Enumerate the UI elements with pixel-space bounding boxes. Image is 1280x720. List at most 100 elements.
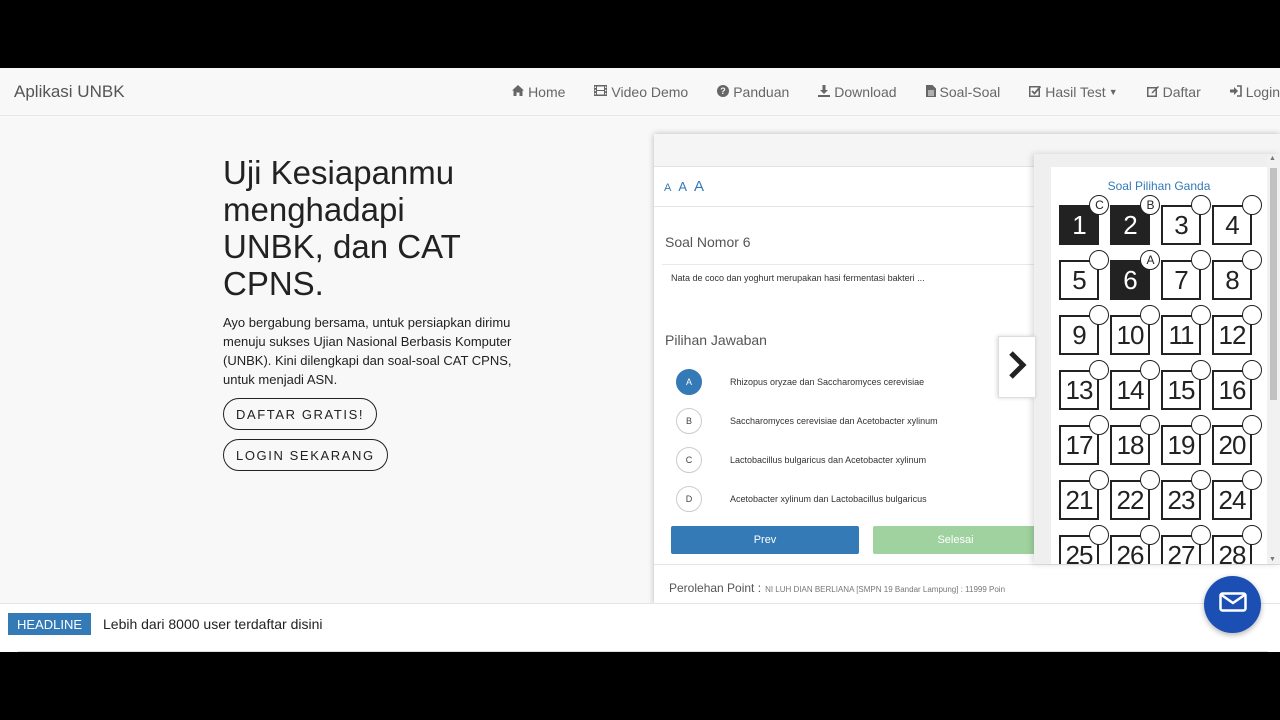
question-number-button[interactable]: 26 bbox=[1110, 525, 1160, 564]
question-number-button[interactable]: 21 bbox=[1059, 470, 1109, 520]
question-number-button[interactable]: 10 bbox=[1110, 305, 1160, 355]
question-number: 6 bbox=[1123, 264, 1138, 295]
question-number-button[interactable]: 15 bbox=[1161, 360, 1211, 410]
nav-home-label: Home bbox=[528, 84, 566, 100]
answer-option-d[interactable]: D Acetobacter xylinum dan Lactobacillus … bbox=[676, 486, 927, 512]
question-number: 4 bbox=[1225, 209, 1240, 240]
nav-hasil-test[interactable]: Hasil Test ▼ bbox=[1029, 84, 1118, 100]
scroll-down-icon[interactable]: ▼ bbox=[1269, 556, 1276, 563]
question-number-button[interactable]: 13 bbox=[1059, 360, 1109, 410]
question-number: 9 bbox=[1072, 319, 1087, 350]
answer-badge bbox=[1242, 360, 1262, 380]
question-number-button[interactable]: 16 bbox=[1212, 360, 1262, 410]
answer-badge: C bbox=[1089, 195, 1109, 215]
question-number-button[interactable]: 28 bbox=[1212, 525, 1262, 564]
brand-link[interactable]: Aplikasi UNBK bbox=[14, 82, 125, 102]
question-number: 21 bbox=[1065, 484, 1094, 515]
nav-video-demo[interactable]: Video Demo bbox=[594, 84, 688, 100]
scroll-up-icon[interactable]: ▲ bbox=[1269, 155, 1276, 162]
question-number-button[interactable]: 3 bbox=[1161, 195, 1211, 245]
question-number: 27 bbox=[1167, 539, 1196, 565]
question-number: 16 bbox=[1218, 374, 1247, 405]
nav-download-label: Download bbox=[834, 84, 897, 100]
answers-title: Pilihan Jawaban bbox=[665, 332, 767, 348]
answer-option-b[interactable]: B Saccharomyces cerevisiae dan Acetobact… bbox=[676, 408, 938, 434]
answer-option-c[interactable]: C Lactobacillus bulgaricus dan Acetobact… bbox=[676, 447, 926, 473]
answer-badge bbox=[1191, 470, 1211, 490]
question-number-button[interactable]: 27 bbox=[1161, 525, 1211, 565]
option-letter: A bbox=[676, 369, 702, 395]
answer-badge bbox=[1089, 470, 1109, 490]
nav-soal-soal-label: Soal-Soal bbox=[939, 84, 1001, 100]
question-number-button[interactable]: 11 bbox=[1161, 305, 1211, 355]
question-number: 3 bbox=[1174, 209, 1189, 240]
question-navigator: Soal Pilihan Ganda 1 C 2 B 3 4 5 6 A 7 8 9 10 11 12 13 1… bbox=[1034, 154, 1280, 564]
prev-button[interactable]: Prev bbox=[671, 526, 859, 554]
login-now-button[interactable]: LOGIN SEKARANG bbox=[223, 439, 388, 471]
nav-soal-soal[interactable]: Soal-Soal bbox=[925, 84, 1001, 100]
register-free-button[interactable]: DAFTAR GRATIS! bbox=[223, 398, 378, 430]
answer-option-a[interactable]: A Rhizopus oryzae dan Saccharomyces cere… bbox=[676, 369, 924, 395]
question-number: 13 bbox=[1065, 374, 1094, 405]
answer-badge bbox=[1140, 470, 1160, 490]
question-number-button[interactable]: 19 bbox=[1161, 415, 1211, 465]
finish-button[interactable]: Selesai bbox=[873, 526, 1038, 554]
answer-badge bbox=[1089, 250, 1109, 270]
question-number: 10 bbox=[1116, 319, 1145, 350]
scrollbar-thumb[interactable] bbox=[1270, 168, 1277, 400]
question-number-button[interactable]: 25 bbox=[1059, 525, 1109, 564]
question-number-button[interactable]: 20 bbox=[1212, 415, 1262, 465]
question-number: 1 bbox=[1072, 209, 1087, 240]
nav-home[interactable]: Home bbox=[512, 84, 565, 100]
question-number-button[interactable]: 4 bbox=[1212, 195, 1262, 245]
question-number-button[interactable]: 22 bbox=[1110, 470, 1160, 520]
next-button[interactable] bbox=[998, 336, 1036, 398]
question-number-button[interactable]: 12 bbox=[1212, 305, 1262, 355]
nav-menu: Home Video Demo ? Panduan Download Soal-… bbox=[483, 68, 1280, 116]
question-number-button[interactable]: 18 bbox=[1110, 415, 1160, 465]
hero-description: Ayo bergabung bersama, untuk persiapkan … bbox=[223, 315, 512, 387]
option-text: Saccharomyces cerevisiae dan Acetobacter… bbox=[730, 416, 938, 426]
answer-badge bbox=[1191, 525, 1211, 545]
question-number: 8 bbox=[1225, 264, 1240, 295]
question-number-button[interactable]: 2B bbox=[1110, 195, 1160, 245]
edit-icon bbox=[1146, 85, 1159, 100]
answer-badge bbox=[1089, 360, 1109, 380]
question-number-button[interactable]: 9 bbox=[1059, 305, 1109, 355]
question-number-button[interactable]: 6A bbox=[1110, 250, 1160, 300]
font-size-medium-button[interactable]: A bbox=[678, 179, 687, 194]
nav-login[interactable]: Login bbox=[1229, 84, 1280, 100]
browser-viewport: Aplikasi UNBK Home Video Demo ? Panduan bbox=[0, 68, 1280, 652]
question-number-button[interactable]: 23 bbox=[1161, 470, 1211, 520]
answer-badge bbox=[1191, 250, 1211, 270]
check-square-icon bbox=[1029, 85, 1042, 100]
nav-download[interactable]: Download bbox=[818, 84, 897, 100]
question-number: 5 bbox=[1072, 264, 1087, 295]
nav-daftar[interactable]: Daftar bbox=[1146, 84, 1201, 100]
question-number-button[interactable]: 24 bbox=[1212, 470, 1262, 520]
font-size-small-button[interactable]: A bbox=[664, 182, 671, 194]
question-number-button[interactable]: 5 bbox=[1059, 250, 1109, 300]
question-number-button[interactable]: 17 bbox=[1059, 415, 1109, 465]
question-number-button[interactable]: 7 bbox=[1161, 250, 1211, 300]
question-number-button[interactable]: 8 bbox=[1212, 250, 1262, 300]
answer-badge bbox=[1242, 525, 1262, 545]
contact-mail-button[interactable] bbox=[1204, 576, 1261, 633]
option-text: Acetobacter xylinum dan Lactobacillus bu… bbox=[730, 494, 927, 504]
question-number: 22 bbox=[1116, 484, 1145, 515]
question-number-button[interactable]: 1C bbox=[1059, 195, 1109, 245]
answer-badge bbox=[1089, 415, 1109, 435]
answer-badge bbox=[1191, 195, 1211, 215]
answer-badge bbox=[1191, 360, 1211, 380]
points-line: Perolehan Point : NI LUH DIAN BERLIANA [S… bbox=[669, 581, 1005, 595]
answer-badge bbox=[1242, 305, 1262, 325]
answer-badge bbox=[1140, 525, 1160, 545]
nav-panduan[interactable]: ? Panduan bbox=[717, 84, 789, 100]
svg-text:?: ? bbox=[720, 86, 726, 96]
question-title: Soal Nomor 6 bbox=[665, 234, 751, 250]
home-icon bbox=[512, 85, 525, 99]
question-number-button[interactable]: 14 bbox=[1110, 360, 1160, 410]
font-size-large-button[interactable]: A bbox=[694, 178, 704, 195]
navigator-scrollbar[interactable]: ▲ ▼ bbox=[1267, 154, 1280, 564]
points-detail: NI LUH DIAN BERLIANA [SMPN 19 Bandar Lam… bbox=[765, 585, 1006, 594]
